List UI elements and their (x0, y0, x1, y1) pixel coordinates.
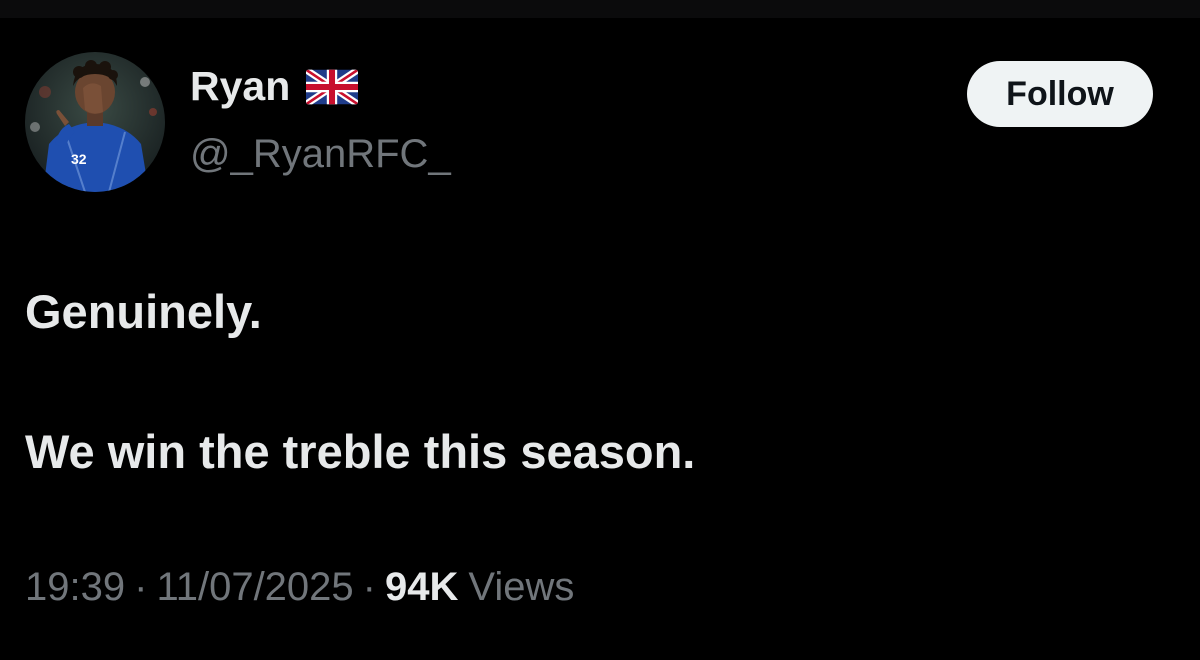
svg-text:32: 32 (71, 151, 87, 167)
tweet-time[interactable]: 19:39 (25, 567, 125, 607)
tweet-text-line-2: We win the treble this season. (25, 425, 696, 478)
tweet-meta: 19:39 · 11/07/2025 · 94K Views (25, 567, 574, 607)
tweet-date[interactable]: 11/07/2025 (156, 567, 353, 607)
view-count: 94K (385, 565, 459, 609)
tweet-text-line-1: Genuinely. (25, 285, 262, 338)
meta-separator: · (134, 565, 148, 609)
uk-flag-icon (306, 69, 359, 104)
meta-separator: · (362, 565, 376, 609)
footballer-avatar-icon: 32 (25, 52, 165, 192)
follow-button[interactable]: Follow (967, 61, 1153, 127)
avatar[interactable]: 32 (25, 52, 165, 192)
views-label: Views (468, 565, 575, 609)
author-handle[interactable]: @_RyanRFC_ (190, 134, 451, 174)
display-name[interactable]: Ryan (190, 66, 290, 107)
top-strip (0, 0, 1200, 18)
author-name-row: Ryan (190, 66, 359, 107)
